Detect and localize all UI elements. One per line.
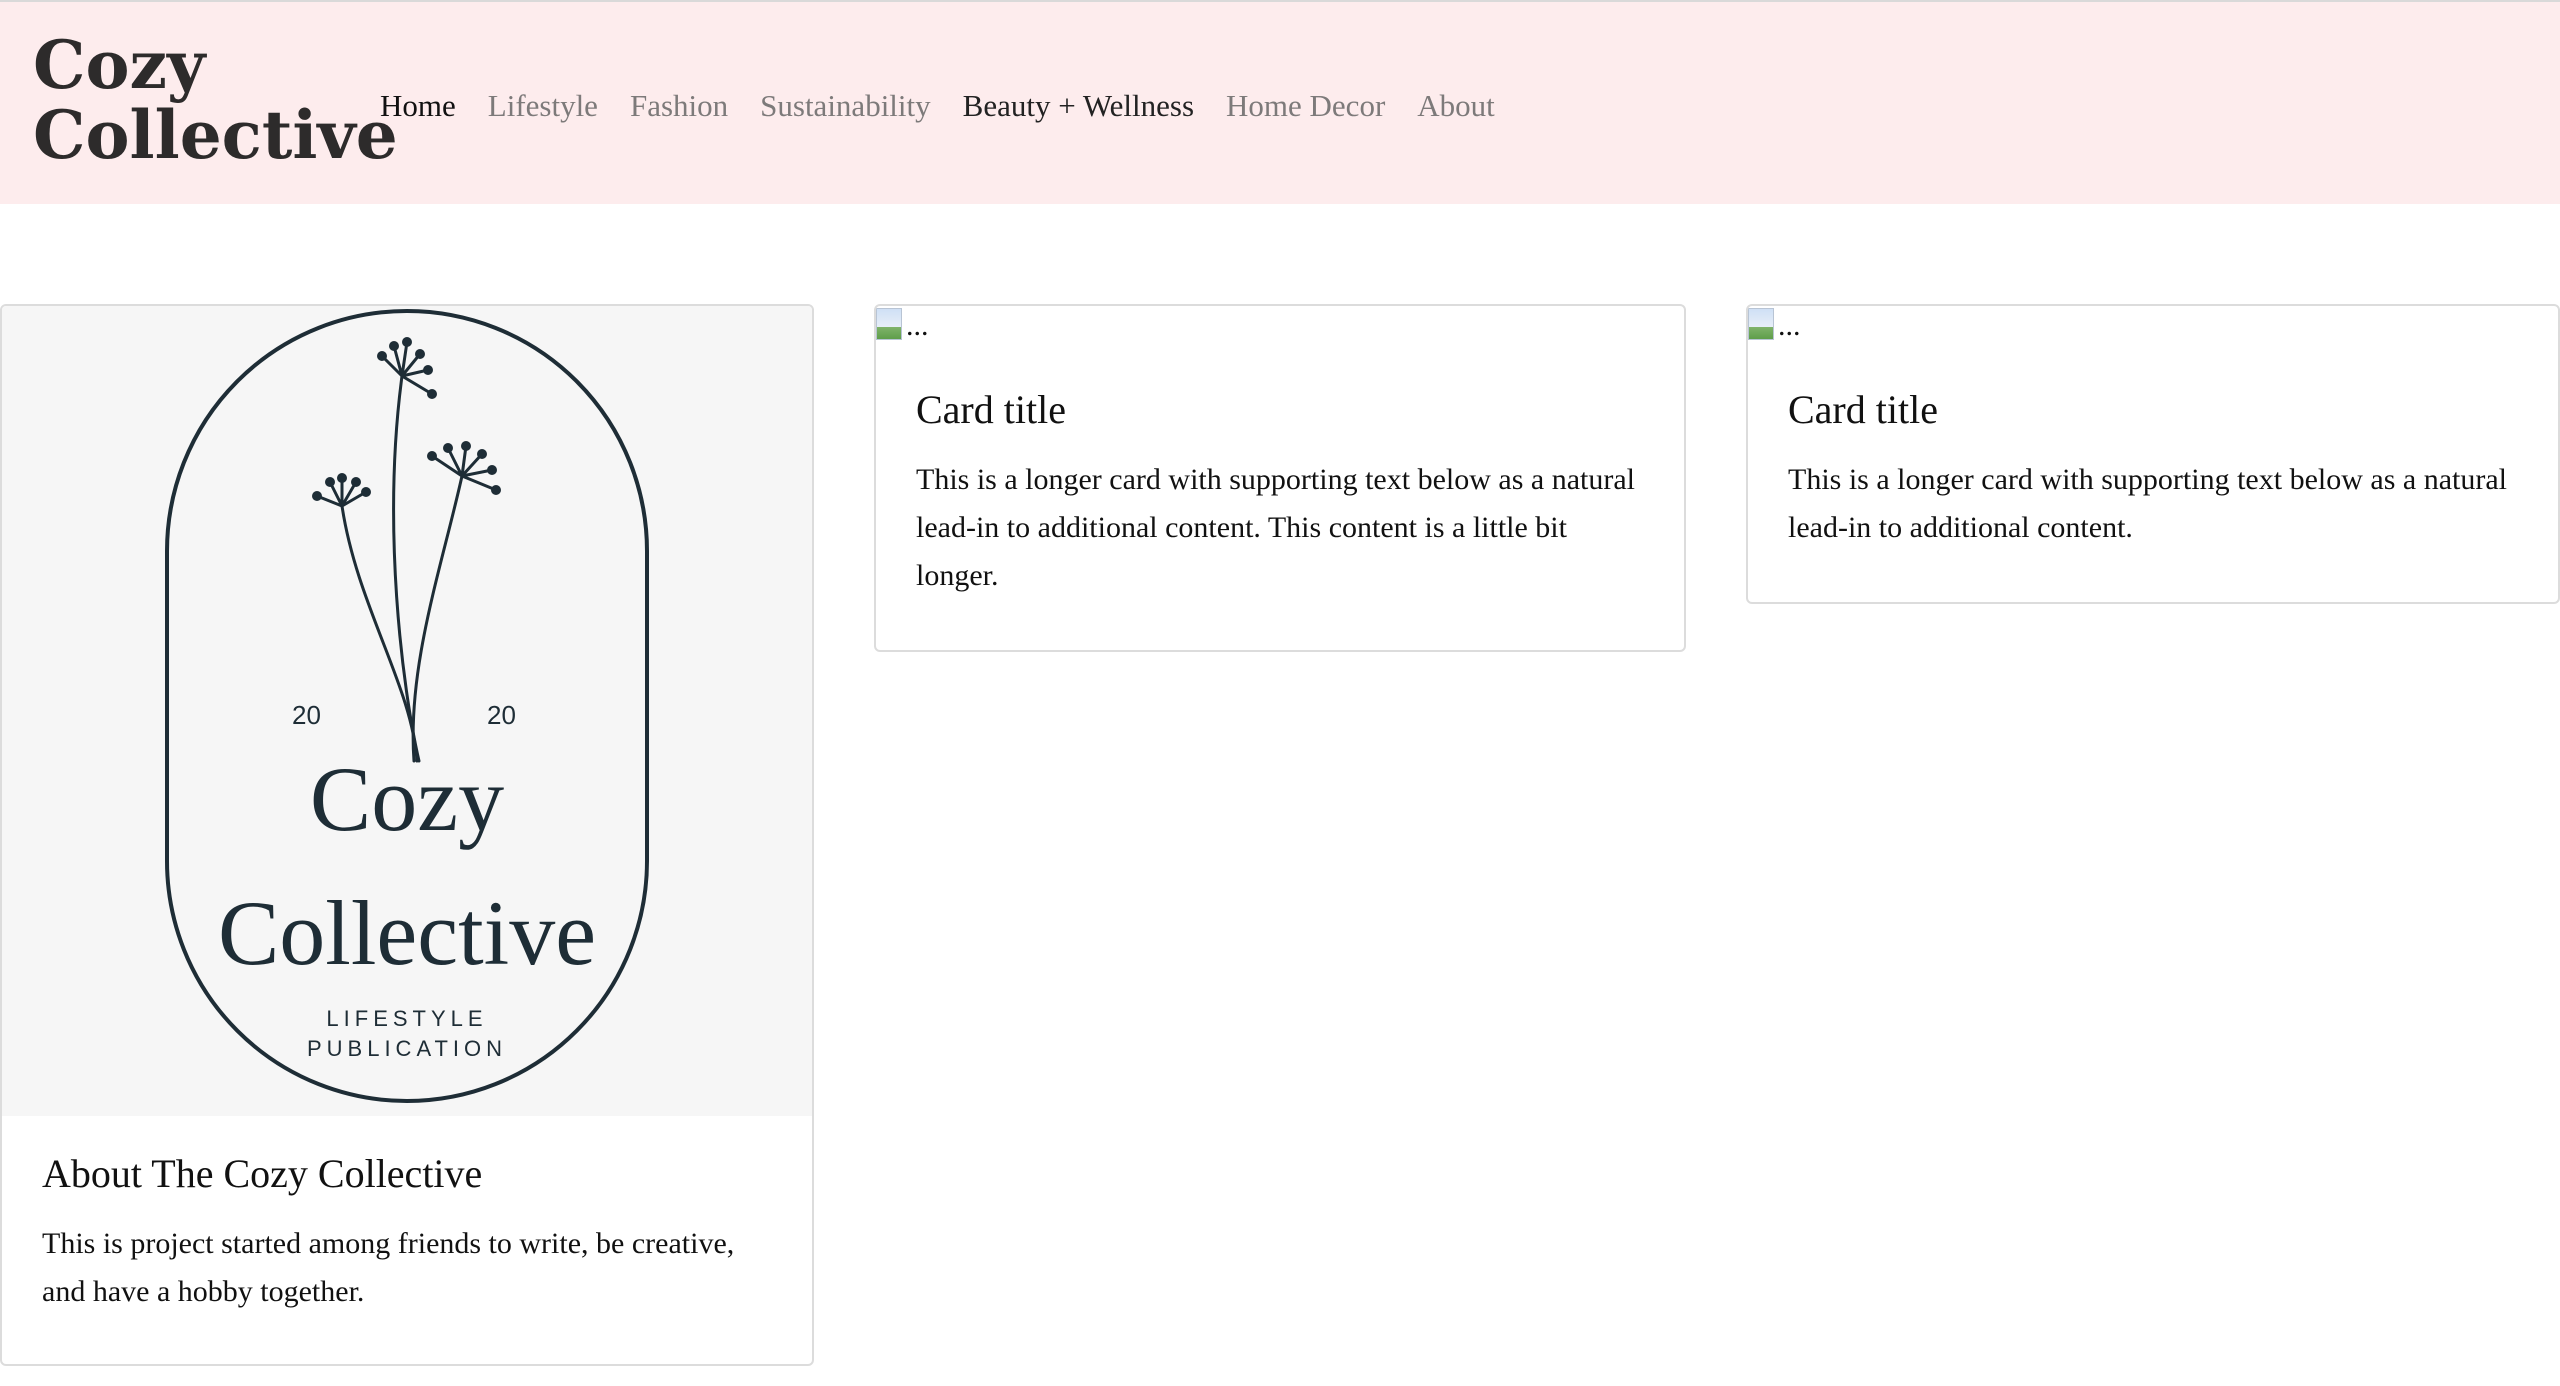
image-alt-text: ...: [1778, 309, 1801, 342]
card-text: This is a longer card with supporting te…: [1788, 463, 2507, 544]
logo-year-right: 20: [487, 700, 516, 730]
broken-image-icon: [876, 308, 902, 340]
logo-name-line-1: Cozy: [309, 748, 505, 850]
card-image-broken: ...: [876, 306, 929, 346]
about-card: 20 20 Cozy Collective LIFESTYLE PUBLICAT…: [0, 304, 814, 1366]
card-image-broken: ...: [1748, 306, 1801, 346]
logo-subtitle-line-2: PUBLICATION: [306, 1036, 508, 1061]
nav-about[interactable]: About: [1401, 82, 1511, 130]
broken-image-icon: [1748, 308, 1774, 340]
nav-fashion[interactable]: Fashion: [614, 82, 744, 130]
navbar: Cozy Collective Home Lifestyle Fashion S…: [0, 2, 2560, 204]
nav-home[interactable]: Home: [380, 82, 472, 130]
logo-year-left: 20: [292, 700, 321, 730]
card-body: Card title This is a longer card with su…: [1788, 386, 2528, 552]
brand-logo[interactable]: Cozy Collective: [33, 26, 398, 174]
card-body: Card title This is a longer card with su…: [916, 386, 1656, 600]
card-text: This is a longer card with supporting te…: [916, 463, 1635, 592]
card-image-logo: 20 20 Cozy Collective LIFESTYLE PUBLICAT…: [2, 306, 812, 1116]
nav-home-decor[interactable]: Home Decor: [1210, 82, 1401, 130]
nav-sustainability[interactable]: Sustainability: [744, 82, 947, 130]
brand-line-2: Collective: [33, 96, 398, 174]
brand-line-1: Cozy: [33, 26, 206, 104]
card-title: Card title: [916, 387, 1066, 432]
logo-name-line-2: Collective: [217, 882, 597, 984]
flower-logo-graphic: [165, 309, 649, 1103]
card-text: This is project started among friends to…: [42, 1227, 735, 1308]
content-card: ... Card title This is a longer card wit…: [1746, 304, 2560, 604]
card-title: Card title: [1788, 387, 1938, 432]
card-title: About The Cozy Collective: [42, 1151, 483, 1196]
image-alt-text: ...: [906, 309, 929, 342]
logo-subtitle-line-1: LIFESTYLE: [326, 1006, 488, 1031]
content-card: ... Card title This is a longer card wit…: [874, 304, 1686, 652]
main-nav: Home Lifestyle Fashion Sustainability Be…: [380, 82, 1511, 130]
nav-lifestyle[interactable]: Lifestyle: [472, 82, 614, 130]
nav-beauty-wellness[interactable]: Beauty + Wellness: [947, 82, 1210, 130]
card-body: About The Cozy Collective This is projec…: [42, 1150, 782, 1316]
